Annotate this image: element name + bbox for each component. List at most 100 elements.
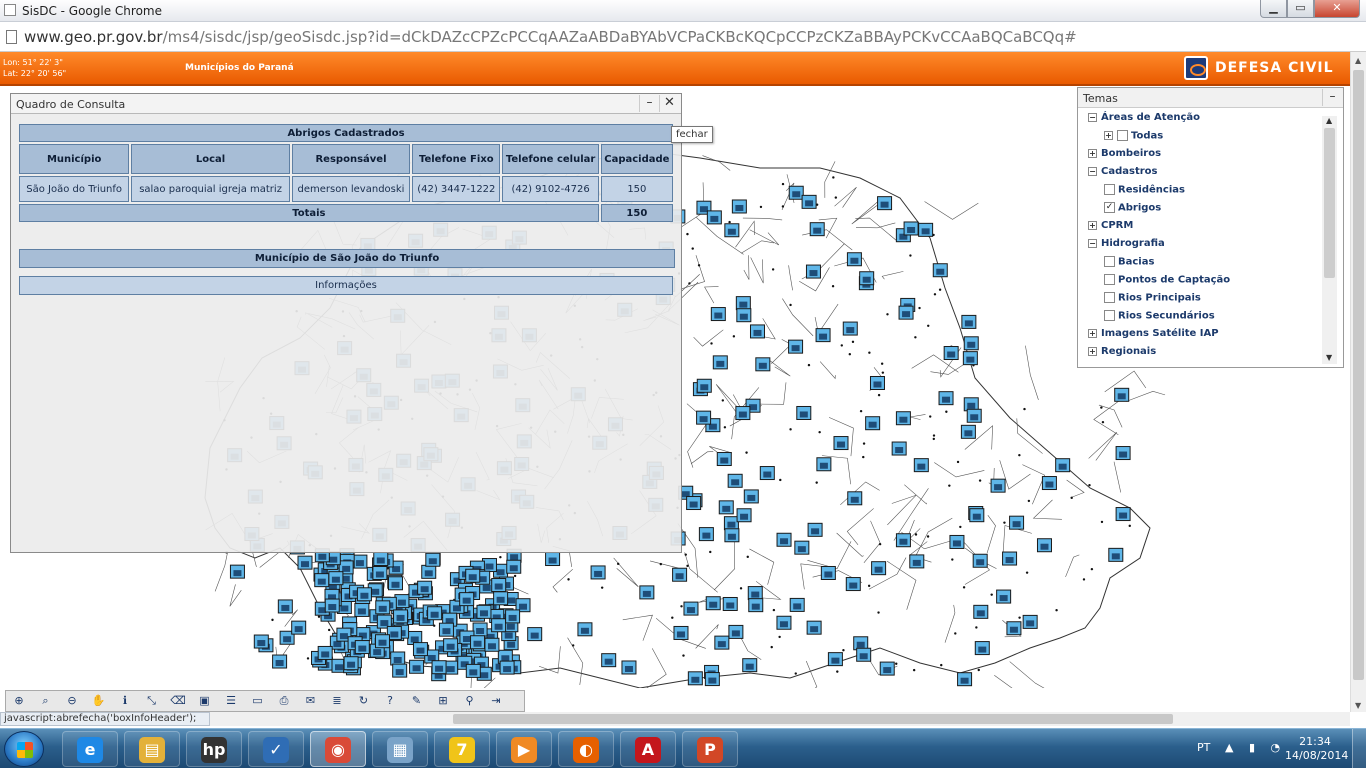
- shelter-marker-icon[interactable]: [903, 221, 919, 236]
- taskbar-powerpoint[interactable]: P: [682, 731, 738, 767]
- shelter-marker-icon[interactable]: [372, 565, 388, 580]
- layer-tool-icon[interactable]: ▭: [249, 693, 267, 710]
- shelter-marker-icon[interactable]: [706, 210, 722, 225]
- shelter-marker-icon[interactable]: [716, 452, 732, 467]
- theme-item[interactable]: − Áreas de Atenção: [1088, 112, 1200, 128]
- shelter-marker-icon[interactable]: [735, 406, 751, 421]
- shelter-marker-icon[interactable]: [938, 391, 954, 406]
- collapse-icon[interactable]: −: [1088, 166, 1097, 176]
- shelter-marker-icon[interactable]: [1115, 446, 1131, 461]
- themes-scroll-thumb[interactable]: [1324, 128, 1335, 278]
- shelter-marker-icon[interactable]: [476, 604, 492, 619]
- theme-checkbox[interactable]: [1104, 310, 1115, 321]
- shelter-marker-icon[interactable]: [672, 567, 688, 582]
- shelter-marker-icon[interactable]: [438, 622, 454, 637]
- themes-scrollbar[interactable]: ▲ ▼: [1322, 116, 1337, 364]
- scroll-down-icon[interactable]: ▼: [1355, 701, 1361, 710]
- shelter-marker-icon[interactable]: [1002, 551, 1018, 566]
- shelter-marker-icon[interactable]: [973, 604, 989, 619]
- shelter-marker-icon[interactable]: [491, 618, 507, 633]
- shelter-marker-icon[interactable]: [755, 357, 771, 372]
- shelter-marker-icon[interactable]: [731, 199, 747, 214]
- shelter-marker-icon[interactable]: [1115, 507, 1131, 522]
- shelter-marker-icon[interactable]: [1055, 458, 1071, 473]
- shelter-marker-icon[interactable]: [723, 516, 739, 531]
- theme-item[interactable]: + Regionais: [1088, 346, 1156, 362]
- shelter-marker-icon[interactable]: [421, 564, 437, 579]
- shelter-marker-icon[interactable]: [728, 624, 744, 639]
- shelter-marker-icon[interactable]: [1108, 547, 1124, 562]
- theme-item[interactable]: + Imagens Satélite IAP: [1088, 328, 1219, 344]
- shelter-marker-icon[interactable]: [865, 416, 881, 431]
- shelter-marker-icon[interactable]: [895, 411, 911, 426]
- shelter-marker-icon[interactable]: [484, 637, 500, 652]
- shelter-marker-icon[interactable]: [963, 336, 979, 351]
- shelter-marker-icon[interactable]: [328, 571, 344, 586]
- shelter-marker-icon[interactable]: [673, 625, 689, 640]
- theme-item[interactable]: + CPRM: [1088, 220, 1133, 236]
- shelter-marker-icon[interactable]: [796, 405, 812, 420]
- shelter-marker-icon[interactable]: [601, 653, 617, 668]
- shelter-marker-icon[interactable]: [425, 552, 441, 567]
- shelter-marker-icon[interactable]: [683, 601, 699, 616]
- system-clock[interactable]: 21:34 14/08/2014: [1285, 735, 1348, 763]
- taskbar-tasks-app[interactable]: ✓: [248, 731, 304, 767]
- shelter-marker-icon[interactable]: [895, 533, 911, 548]
- shelter-marker-icon[interactable]: [431, 660, 447, 675]
- theme-item[interactable]: − Hidrografia: [1088, 238, 1165, 254]
- page-vertical-scrollbar[interactable]: ▲ ▼: [1350, 52, 1366, 712]
- shelter-marker-icon[interactable]: [314, 573, 330, 588]
- theme-checkbox[interactable]: [1104, 292, 1115, 303]
- shelter-marker-icon[interactable]: [577, 622, 593, 637]
- query-panel[interactable]: Quadro de Consulta – ✕ Abrigos Cadastrad…: [10, 93, 682, 553]
- shelter-marker-icon[interactable]: [856, 647, 872, 662]
- taskbar-calculator[interactable]: ▦: [372, 731, 428, 767]
- shelter-marker-icon[interactable]: [639, 585, 655, 600]
- shelter-marker-icon[interactable]: [805, 264, 821, 279]
- shelter-marker-icon[interactable]: [972, 553, 988, 568]
- query-panel-close-button[interactable]: ✕: [659, 95, 679, 112]
- theme-item[interactable]: Bacias: [1104, 256, 1154, 272]
- theme-item[interactable]: ✓ Abrigos: [1104, 202, 1161, 218]
- shelter-marker-icon[interactable]: [898, 305, 914, 320]
- shelter-marker-icon[interactable]: [696, 378, 712, 393]
- measure-tool-icon[interactable]: ⤡: [143, 693, 161, 710]
- shelter-marker-icon[interactable]: [891, 441, 907, 456]
- shelter-marker-icon[interactable]: [352, 554, 368, 569]
- draw-tool-icon[interactable]: ✎: [408, 693, 426, 710]
- shelter-marker-icon[interactable]: [742, 658, 758, 673]
- scroll-thumb[interactable]: [1353, 70, 1364, 680]
- theme-item[interactable]: Rios Principais: [1104, 292, 1201, 308]
- shelter-marker-icon[interactable]: [1009, 515, 1025, 530]
- shelter-marker-icon[interactable]: [727, 473, 743, 488]
- shelter-marker-icon[interactable]: [427, 606, 443, 621]
- shelter-marker-icon[interactable]: [845, 577, 861, 592]
- shelter-marker-icon[interactable]: [472, 622, 488, 637]
- shelter-marker-icon[interactable]: [788, 185, 804, 200]
- shelter-marker-icon[interactable]: [789, 597, 805, 612]
- print-tool-icon[interactable]: ▣: [196, 693, 214, 710]
- close-window-button[interactable]: ✕: [1314, 0, 1360, 18]
- theme-item[interactable]: Residências: [1104, 184, 1185, 200]
- shelter-marker-icon[interactable]: [794, 540, 810, 555]
- shelter-marker-icon[interactable]: [459, 592, 475, 607]
- shelter-marker-icon[interactable]: [387, 576, 403, 591]
- shelter-marker-icon[interactable]: [961, 314, 977, 329]
- shelter-marker-icon[interactable]: [871, 561, 887, 576]
- shelter-marker-icon[interactable]: [776, 532, 792, 547]
- zoom-extent-tool-icon[interactable]: ⊕: [10, 693, 28, 710]
- shelter-marker-icon[interactable]: [807, 522, 823, 537]
- shelter-marker-icon[interactable]: [704, 672, 720, 687]
- language-indicator[interactable]: PT: [1197, 741, 1210, 754]
- shelter-marker-icon[interactable]: [443, 638, 459, 653]
- shelter-marker-icon[interactable]: [718, 500, 734, 515]
- shelter-marker-icon[interactable]: [969, 508, 985, 523]
- taskbar-media-player[interactable]: ▶: [496, 731, 552, 767]
- exit-tool-icon[interactable]: ⇥: [487, 693, 505, 710]
- shelter-marker-icon[interactable]: [949, 534, 965, 549]
- shelter-marker-icon[interactable]: [724, 223, 740, 238]
- eraser-tool-icon[interactable]: ⌫: [169, 693, 187, 710]
- shelter-marker-icon[interactable]: [806, 620, 822, 635]
- report-tool-icon[interactable]: ⊞: [434, 693, 452, 710]
- shelter-marker-icon[interactable]: [960, 424, 976, 439]
